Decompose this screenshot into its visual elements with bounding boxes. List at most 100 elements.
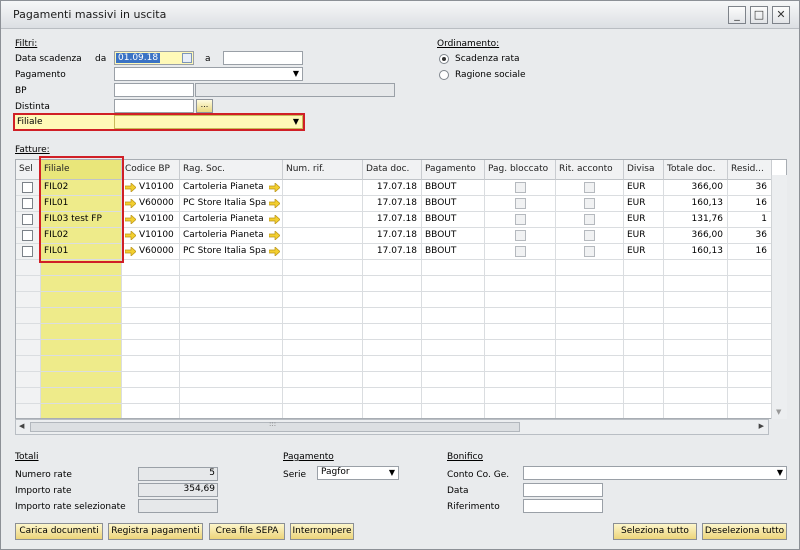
scroll-down-icon[interactable]: ▼ [776, 408, 781, 416]
cell-totale [664, 260, 728, 276]
col-header-data-doc[interactable]: Data doc. [363, 160, 422, 180]
row-select-checkbox[interactable] [22, 198, 33, 209]
cell-divisa [624, 292, 664, 308]
row-select-checkbox[interactable] [22, 230, 33, 241]
empty-table-row [16, 388, 772, 404]
data-field[interactable] [523, 483, 603, 497]
vertical-scrollbar[interactable]: ▼ [771, 175, 787, 419]
link-arrow-icon[interactable] [124, 246, 137, 257]
scroll-left-icon[interactable]: ◀ [19, 422, 24, 430]
col-header-rag-soc[interactable]: Rag. Soc. [180, 160, 283, 180]
cell-data [363, 388, 422, 404]
cell-text: Cartoleria Pianeta [183, 214, 264, 224]
col-header-divisa[interactable]: Divisa [624, 160, 664, 180]
link-arrow-icon[interactable] [124, 182, 137, 193]
cell-pag: BBOUT [422, 244, 485, 260]
link-arrow-icon[interactable] [268, 198, 281, 209]
cell-pag [422, 276, 485, 292]
crea-file-sepa-button[interactable]: Crea file SEPA [209, 523, 285, 540]
cell-ragsoc: Cartoleria Pianeta [180, 228, 283, 244]
cell-totale: 160,13 [664, 196, 728, 212]
cell-pag: BBOUT [422, 212, 485, 228]
link-arrow-icon[interactable] [124, 214, 137, 225]
table-row[interactable]: FIL02 V10100 Cartoleria Pianeta 17.07.18 BBO… [16, 180, 772, 196]
cell-divisa [624, 260, 664, 276]
col-header-rit-acconto[interactable]: Rit. acconto [556, 160, 624, 180]
cell-divisa [624, 356, 664, 372]
horizontal-scroll-thumb[interactable]: ::: [30, 420, 520, 432]
cell-codice [122, 388, 180, 404]
bp-field[interactable] [114, 83, 194, 97]
deseleziona-tutto-button[interactable]: Deseleziona tutto [702, 523, 787, 540]
link-arrow-icon[interactable] [268, 246, 281, 257]
calendar-icon[interactable] [182, 53, 192, 63]
row-select-checkbox[interactable] [22, 246, 33, 257]
cell-text: BBOUT [425, 246, 457, 256]
link-arrow-icon[interactable] [124, 230, 137, 241]
serie-dropdown[interactable]: Pagfor ▼ [317, 466, 399, 480]
minimize-button[interactable]: _ [728, 6, 746, 24]
pagamento-dropdown[interactable]: ▼ [114, 67, 303, 81]
radio-ragione-sociale[interactable] [439, 70, 449, 80]
cell-pag-bloccato [485, 228, 556, 244]
filiale-dropdown[interactable]: ▼ [114, 115, 303, 129]
conto-dropdown[interactable]: ▼ [523, 466, 787, 480]
col-header-sel[interactable]: Sel [16, 160, 41, 180]
registra-pagamenti-button[interactable]: Registra pagamenti [108, 523, 203, 540]
cell-data [363, 324, 422, 340]
close-button[interactable]: ✕ [772, 6, 790, 24]
a-label: a [205, 54, 211, 64]
cell-text: EUR [627, 198, 646, 208]
carica-documenti-button[interactable]: Carica documenti [15, 523, 103, 540]
cell-filiale [41, 356, 122, 372]
cell-rit-acconto [556, 276, 624, 292]
col-header-num-rif[interactable]: Num. rif. [283, 160, 363, 180]
row-select-checkbox[interactable] [22, 182, 33, 193]
cell-pag: BBOUT [422, 228, 485, 244]
empty-table-row [16, 356, 772, 372]
interrompere-button[interactable]: Interrompere [290, 523, 354, 540]
link-arrow-icon[interactable] [268, 230, 281, 241]
cell-rit-acconto [556, 180, 624, 196]
table-row[interactable]: FIL01 V60000 PC Store Italia Spa 17.07.18 BB… [16, 196, 772, 212]
cell-num-rif [283, 308, 363, 324]
cell-data [363, 356, 422, 372]
fatture-section-label: Fatture: [15, 145, 50, 155]
radio-scadenza-rata[interactable] [439, 54, 449, 64]
col-header-pag-bloccato[interactable]: Pag. bloccato [485, 160, 556, 180]
seleziona-tutto-button[interactable]: Seleziona tutto [613, 523, 697, 540]
bp-name-field [195, 83, 395, 97]
col-header-residuo[interactable]: Resid... [728, 160, 772, 180]
col-header-codice-bp[interactable]: Codice BP [122, 160, 180, 180]
cell-rit-acconto [556, 196, 624, 212]
cell-totale: 366,00 [664, 180, 728, 196]
rit-acconto-checkbox [584, 230, 595, 241]
date-to-field[interactable] [223, 51, 303, 65]
cell-divisa [624, 372, 664, 388]
link-arrow-icon[interactable] [268, 214, 281, 225]
cell-text: V10100 [139, 182, 174, 192]
table-row[interactable]: FIL03 test FP V10100 Cartoleria Pianeta 17.… [16, 212, 772, 228]
maximize-button[interactable]: □ [750, 6, 768, 24]
row-select-checkbox[interactable] [22, 214, 33, 225]
cell-totale: 366,00 [664, 228, 728, 244]
riferimento-field[interactable] [523, 499, 603, 513]
date-from-field[interactable]: 01.09.18 [114, 51, 194, 65]
table-row[interactable]: FIL01 V60000 PC Store Italia Spa 17.07.18 BB… [16, 244, 772, 260]
empty-table-row [16, 260, 772, 276]
chevron-down-icon: ▼ [292, 117, 299, 126]
bp-label: BP [15, 86, 27, 96]
cell-totale: 160,13 [664, 244, 728, 260]
horizontal-scrollbar[interactable]: ◀ ::: ▶ [15, 419, 769, 435]
col-header-totale-doc[interactable]: Totale doc. [664, 160, 728, 180]
col-header-pagamento[interactable]: Pagamento [422, 160, 485, 180]
link-arrow-icon[interactable] [124, 198, 137, 209]
empty-table-row [16, 292, 772, 308]
link-arrow-icon[interactable] [268, 182, 281, 193]
cell-ragsoc [180, 340, 283, 356]
scroll-right-icon[interactable]: ▶ [759, 422, 764, 430]
table-row[interactable]: FIL02 V10100 Cartoleria Pianeta 17.07.18 BBO… [16, 228, 772, 244]
distinta-browse-button[interactable]: ... [196, 99, 213, 113]
distinta-field[interactable] [114, 99, 194, 113]
col-header-filiale[interactable]: Filiale [41, 160, 122, 180]
